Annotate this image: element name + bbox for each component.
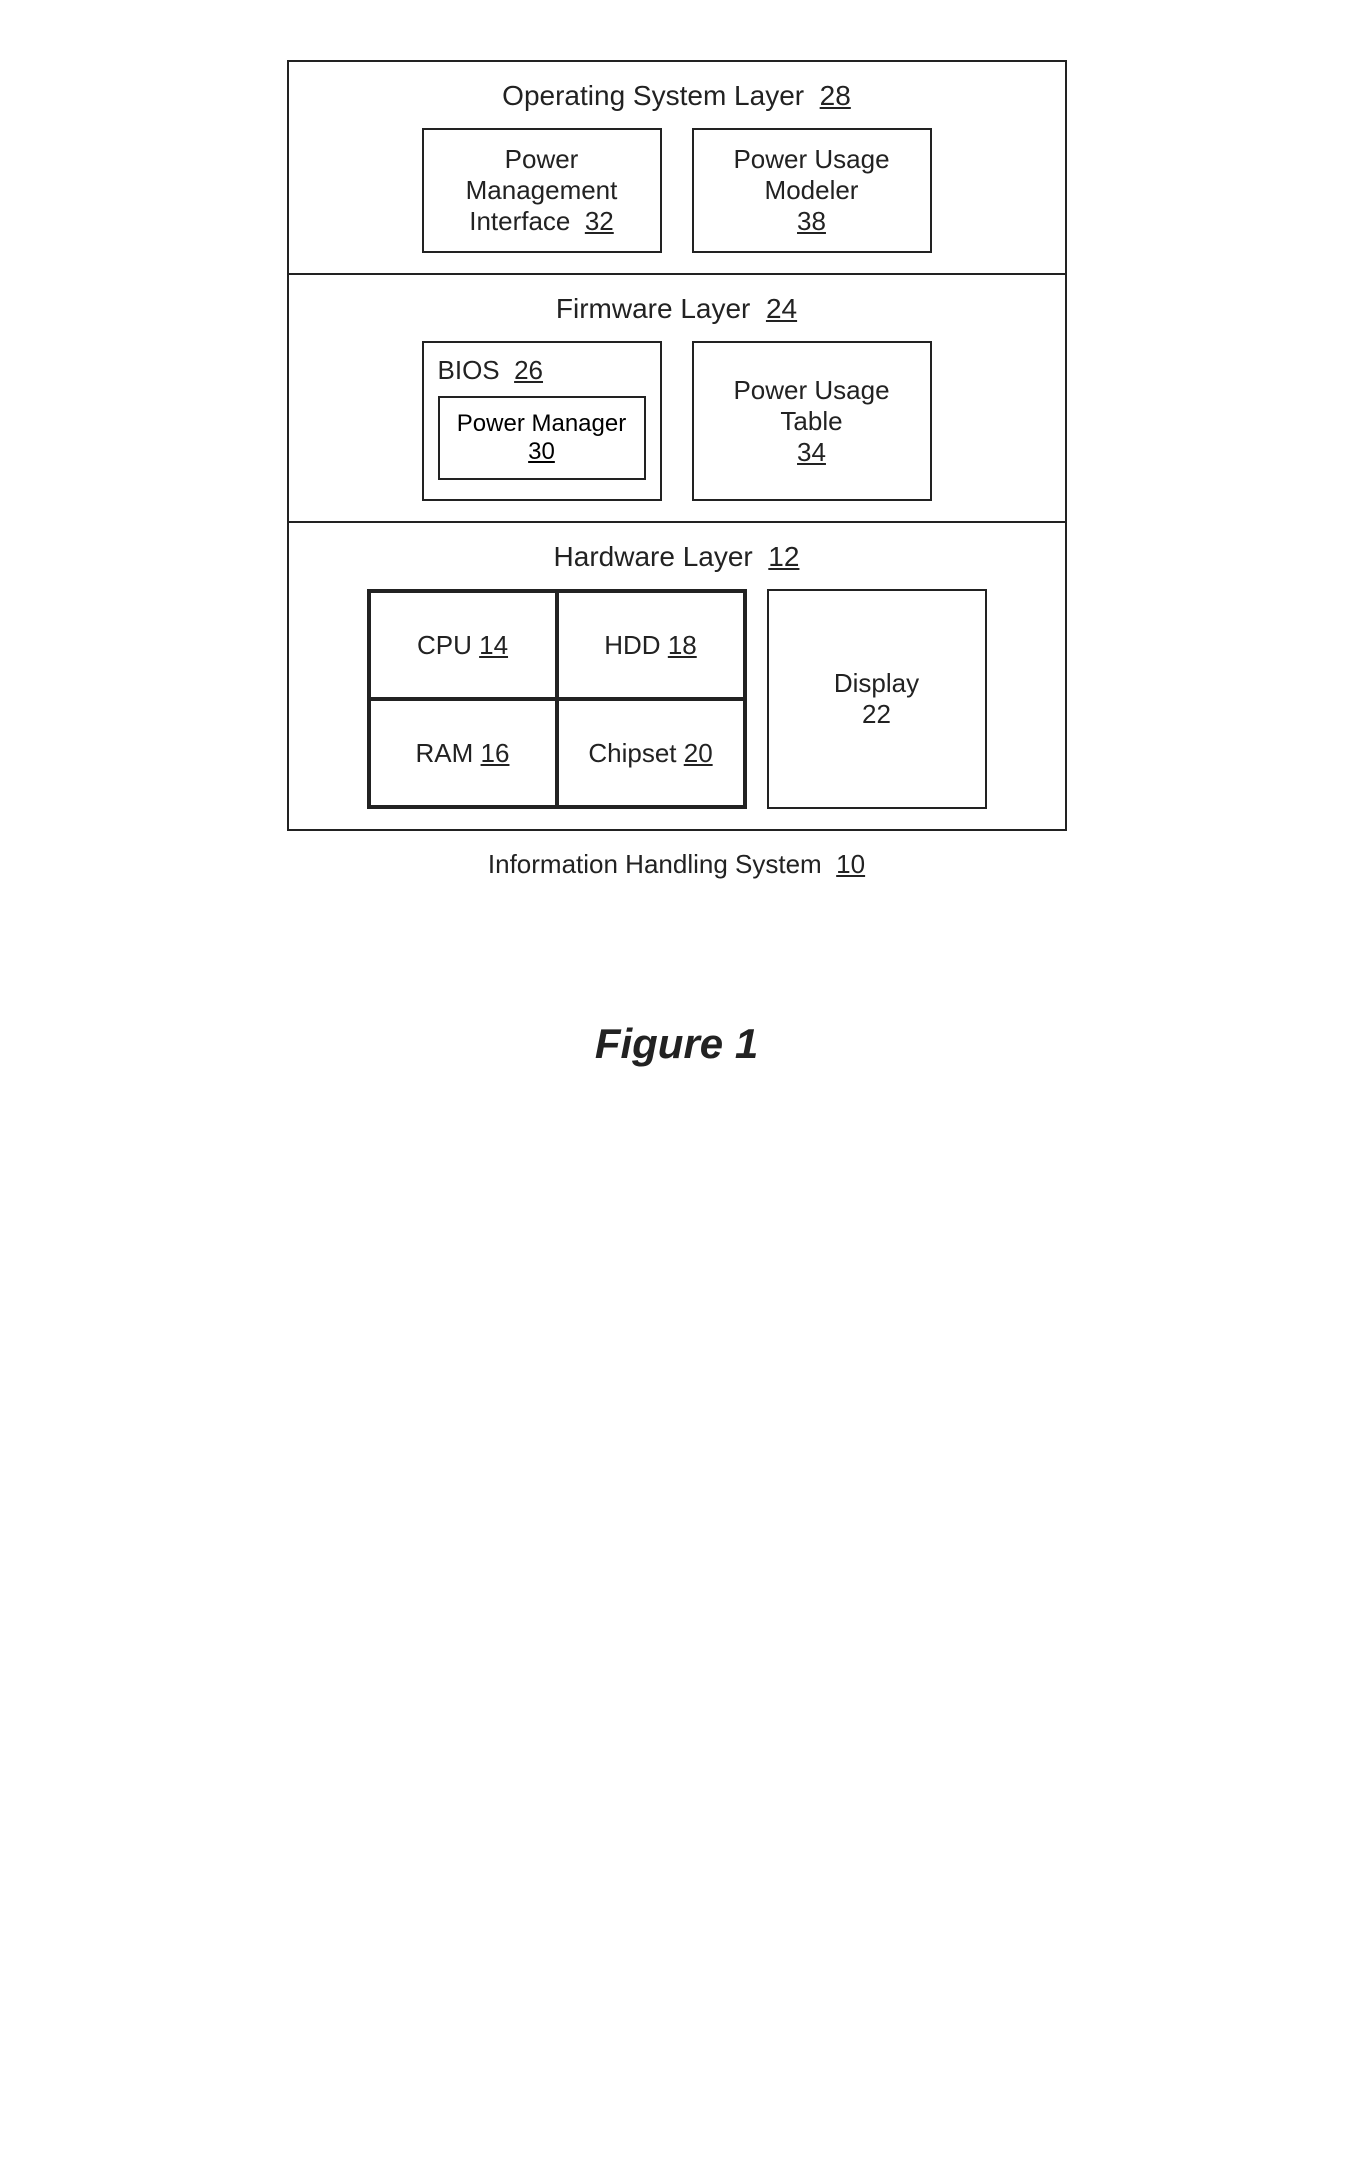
chipset-num: 20 (684, 738, 713, 769)
cpu-box: CPU 14 (369, 591, 557, 699)
os-layer: Operating System Layer 28 Power Manageme… (289, 62, 1065, 275)
fw-title-text: Firmware Layer (556, 293, 750, 324)
hw-grid: CPU 14 HDD 18 RAM 16 Chipset (367, 589, 747, 809)
display-box: Display 22 (767, 589, 987, 809)
ram-box: RAM 16 (369, 699, 557, 807)
pmi-num: 32 (585, 206, 614, 236)
fw-title-num: 24 (766, 293, 797, 324)
hw-title-num: 12 (768, 541, 799, 572)
firmware-layer: Firmware Layer 24 BIOS 26 Power Manager … (289, 275, 1065, 523)
hardware-layer-title: Hardware Layer 12 (309, 541, 1045, 573)
chipset-label: Chipset (588, 738, 676, 769)
hw-title-text: Hardware Layer (554, 541, 753, 572)
firmware-layer-title: Firmware Layer 24 (309, 293, 1045, 325)
power-manager-box: Power Manager 30 (438, 396, 646, 480)
ram-label: RAM (416, 738, 474, 769)
os-layer-title: Operating System Layer 28 (309, 80, 1045, 112)
outer-box: Operating System Layer 28 Power Manageme… (287, 60, 1067, 831)
hardware-layer: Hardware Layer 12 CPU 14 HDD 18 (289, 523, 1065, 829)
cpu-num: 14 (479, 630, 508, 661)
figure-label: Figure 1 (595, 1020, 758, 1068)
cpu-label: CPU (417, 630, 472, 661)
hw-left: CPU 14 HDD 18 RAM 16 Chipset (367, 589, 747, 809)
put-num: 34 (797, 437, 826, 467)
power-usage-table-box: Power Usage Table 34 (692, 341, 932, 501)
hdd-num: 18 (668, 630, 697, 661)
display-num: 22 (862, 699, 891, 729)
power-usage-modeler-box: Power Usage Modeler 38 (692, 128, 932, 253)
os-layer-title-num: 28 (820, 80, 851, 111)
power-management-interface-box: Power Management Interface 32 (422, 128, 662, 253)
figure-label-text: Figure 1 (595, 1020, 758, 1067)
pm-num: 30 (528, 438, 555, 465)
hdd-label: HDD (604, 630, 660, 661)
bios-title: BIOS 26 (438, 355, 544, 386)
hdd-box: HDD 18 (557, 591, 745, 699)
os-inner: Power Management Interface 32 Power Usag… (309, 128, 1045, 253)
bios-label: BIOS (438, 355, 500, 385)
system-label-text: Information Handling System (488, 849, 822, 879)
diagram-container: Operating System Layer 28 Power Manageme… (287, 60, 1067, 1068)
os-layer-title-text: Operating System Layer (502, 80, 804, 111)
display-label: Display (834, 668, 919, 698)
chipset-box: Chipset 20 (557, 699, 745, 807)
firmware-inner: BIOS 26 Power Manager 30 Power Usage Tab… (309, 341, 1045, 501)
hardware-inner: CPU 14 HDD 18 RAM 16 Chipset (309, 589, 1045, 809)
put-label: Power Usage Table (733, 375, 889, 436)
bios-num: 26 (514, 355, 543, 385)
pum-label: Power Usage Modeler (733, 144, 889, 205)
pm-label: Power Manager (457, 410, 626, 437)
system-label: Information Handling System 10 (488, 849, 865, 880)
system-label-num: 10 (836, 849, 865, 879)
ram-num: 16 (481, 738, 510, 769)
bios-box: BIOS 26 Power Manager 30 (422, 341, 662, 501)
pum-num: 38 (797, 206, 826, 236)
